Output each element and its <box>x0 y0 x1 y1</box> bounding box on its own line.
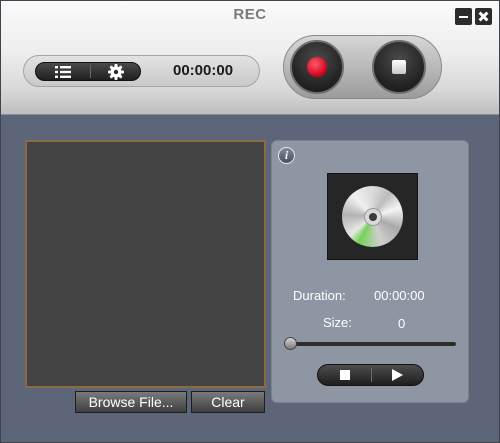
disc-center <box>368 212 377 221</box>
cd-icon <box>342 186 403 247</box>
recording-timer: 00:00:00 <box>173 62 234 79</box>
info-icon[interactable]: i <box>278 147 295 164</box>
playback-controls <box>317 364 424 386</box>
disc-thumbnail <box>327 173 418 260</box>
video-preview-area <box>25 140 266 388</box>
settings-button[interactable] <box>91 63 140 80</box>
stop-icon <box>392 60 406 74</box>
recorder-window: REC 00:00:00 Browse File... Clear i Dura… <box>0 0 500 443</box>
playback-slider-track[interactable] <box>284 342 456 346</box>
play-button[interactable] <box>372 365 423 385</box>
clear-button[interactable]: Clear <box>191 391 265 413</box>
size-label: Size: <box>323 315 352 330</box>
close-button[interactable] <box>475 8 492 25</box>
window-title: REC <box>233 6 267 23</box>
record-button[interactable] <box>290 40 344 94</box>
minimize-icon <box>459 15 468 18</box>
stop-icon <box>339 370 350 380</box>
close-icon <box>478 11 489 22</box>
browse-file-button[interactable]: Browse File... <box>75 391 187 413</box>
record-icon <box>307 57 327 77</box>
gear-icon <box>107 63 124 80</box>
toolbar-pill <box>35 62 141 81</box>
playback-stop-button[interactable] <box>318 365 371 385</box>
minimize-button[interactable] <box>455 8 472 25</box>
control-bar: 00:00:00 <box>23 55 260 87</box>
play-icon <box>392 369 403 381</box>
list-icon <box>55 65 71 78</box>
list-button[interactable] <box>36 63 90 80</box>
duration-value: 00:00:00 <box>374 288 425 303</box>
stop-record-button[interactable] <box>372 40 426 94</box>
duration-label: Duration: <box>293 288 346 303</box>
size-value: 0 <box>398 316 406 331</box>
playback-slider-thumb[interactable] <box>284 337 297 350</box>
